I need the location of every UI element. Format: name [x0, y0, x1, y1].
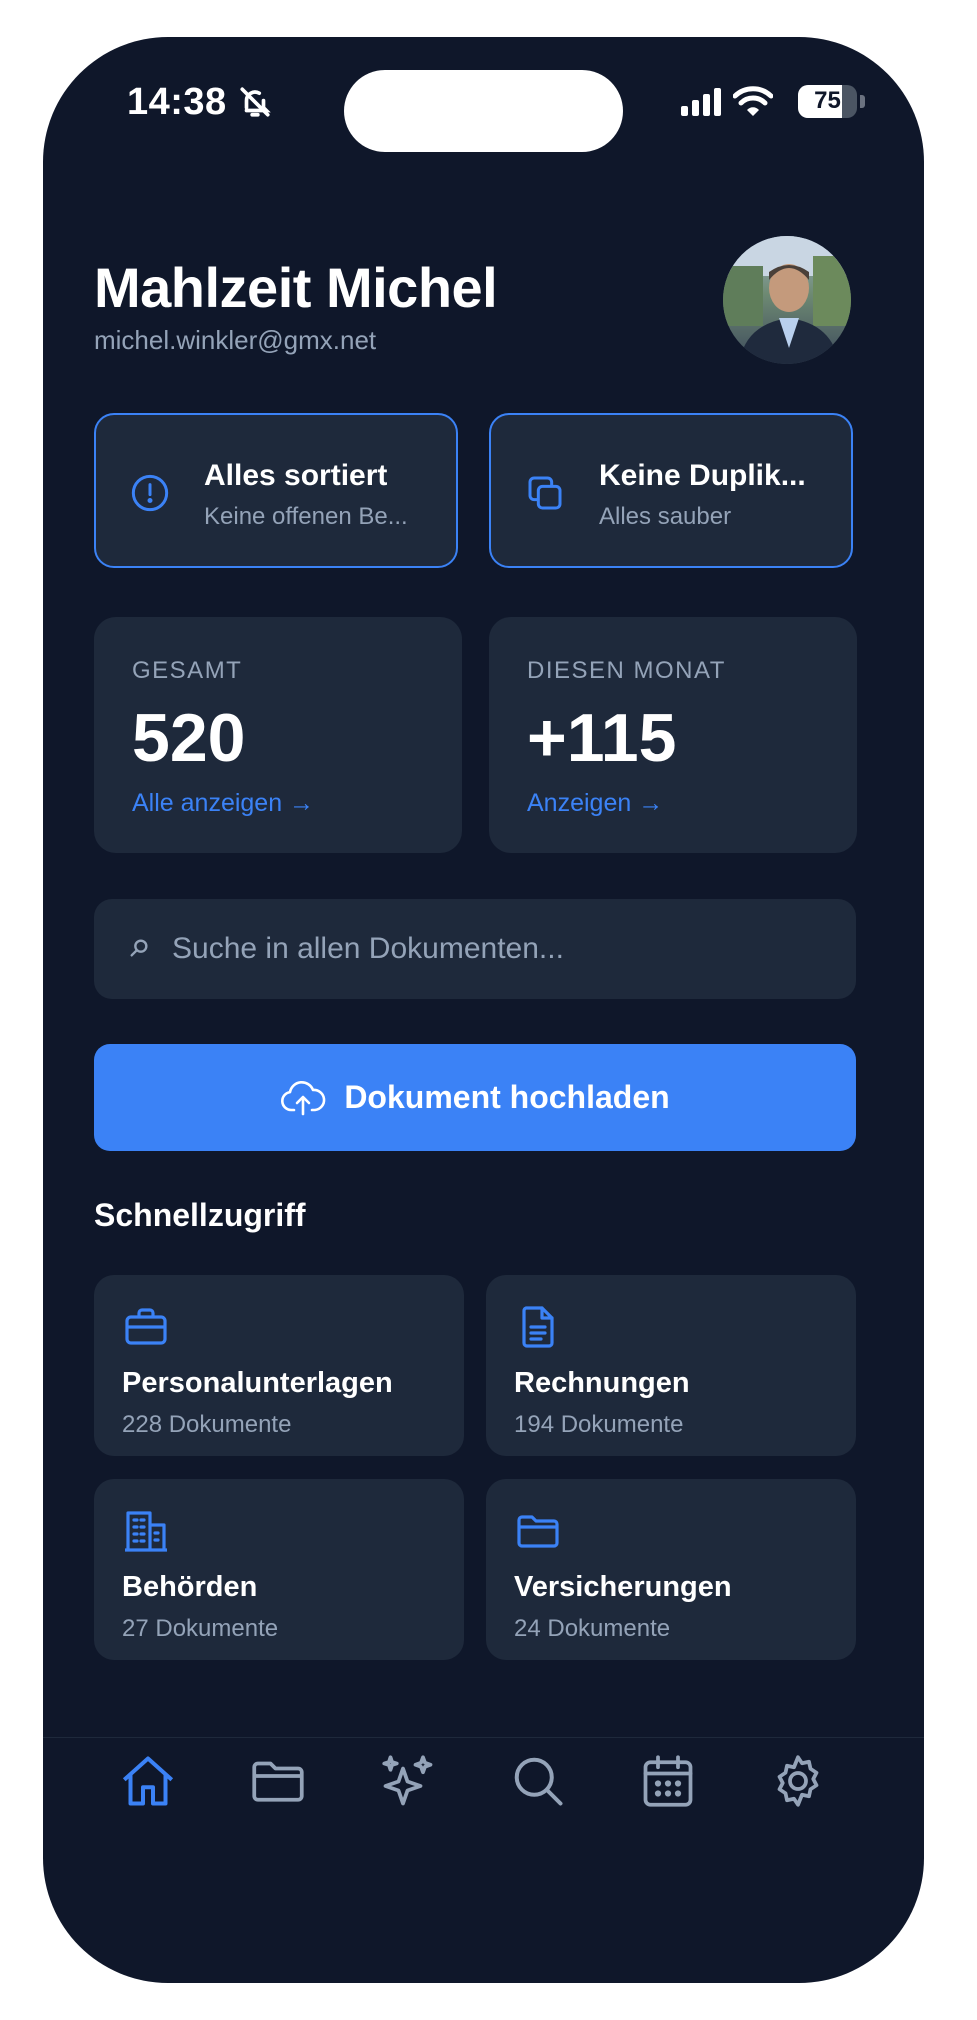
status-card-title: Keine Duplik... [599, 459, 806, 492]
page-title: Mahlzeit Michel [94, 256, 498, 319]
show-month-link[interactable]: Anzeigen → [527, 789, 663, 818]
stat-label: DIESEN MONAT [527, 657, 726, 684]
upload-button-label: Dokument hochladen [344, 1079, 670, 1115]
battery-level: 75 [814, 87, 841, 114]
calendar-icon[interactable] [638, 1751, 698, 1811]
briefcase-icon [125, 1308, 167, 1345]
building-icon [125, 1511, 167, 1552]
show-all-link[interactable]: Alle anzeigen → [132, 789, 314, 818]
avatar[interactable] [723, 236, 851, 364]
quick-access-count: 228 Dokumente [122, 1411, 292, 1438]
phone-screen: 14:38 75 Mahlzeit Michel michel.winkler@… [43, 37, 924, 1983]
copy-icon [528, 476, 562, 510]
search-icon[interactable] [508, 1751, 568, 1811]
home-icon[interactable] [118, 1751, 178, 1811]
battery-indicator: 75 [798, 85, 857, 118]
status-card-duplicates[interactable]: Keine Duplik... Alles sauber [489, 413, 853, 568]
stat-card-month: DIESEN MONAT +115 Anzeigen → [489, 617, 857, 853]
settings-icon[interactable] [768, 1751, 828, 1811]
dynamic-island [344, 70, 623, 152]
status-card-sorted[interactable]: Alles sortiert Keine offenen Be... [94, 413, 458, 568]
quick-access-title: Versicherungen [514, 1571, 732, 1603]
quick-access-invoices[interactable]: Rechnungen 194 Dokumente [486, 1275, 856, 1456]
cellular-signal-icon [681, 88, 721, 116]
tab-bar-divider [43, 1737, 924, 1738]
user-email: michel.winkler@gmx.net [94, 325, 377, 355]
search-input[interactable]: Suche in allen Dokumenten... [94, 899, 856, 999]
wifi-icon [733, 86, 773, 116]
folder-icon[interactable] [248, 1751, 308, 1811]
quick-access-count: 27 Dokumente [122, 1615, 279, 1642]
alert-circle-icon [131, 474, 169, 512]
quick-access-title: Rechnungen [514, 1367, 690, 1399]
stat-label: GESAMT [132, 657, 243, 684]
quick-access-personnel[interactable]: Personalunterlagen 228 Dokumente [94, 1275, 464, 1456]
status-card-subtitle: Alles sauber [599, 503, 732, 530]
cloud-upload-icon [281, 1080, 326, 1115]
quick-access-title: Personalunterlagen [122, 1367, 393, 1399]
folder-icon [517, 1515, 559, 1548]
search-icon [130, 939, 148, 957]
stat-card-total: GESAMT 520 Alle anzeigen → [94, 617, 462, 853]
stat-value: +115 [527, 700, 677, 776]
quick-access-title: Behörden [122, 1571, 258, 1603]
status-card-title: Alles sortiert [204, 459, 388, 492]
stat-value: 520 [132, 700, 246, 776]
quick-access-count: 24 Dokumente [514, 1615, 671, 1642]
section-title-quick-access: Schnellzugriff [94, 1197, 306, 1233]
status-card-subtitle: Keine offenen Be... [204, 503, 408, 530]
search-placeholder: Suche in allen Dokumenten... [172, 932, 564, 965]
sparkles-icon[interactable] [378, 1751, 438, 1811]
quick-access-insurance[interactable]: Versicherungen 24 Dokumente [486, 1479, 856, 1660]
battery-tip [860, 95, 865, 108]
upload-button[interactable]: Dokument hochladen [94, 1044, 856, 1151]
bell-muted-icon [240, 87, 271, 117]
quick-access-authorities[interactable]: Behörden 27 Dokumente [94, 1479, 464, 1660]
file-text-icon [522, 1306, 554, 1348]
quick-access-count: 194 Dokumente [514, 1411, 684, 1438]
status-time: 14:38 [127, 81, 227, 123]
